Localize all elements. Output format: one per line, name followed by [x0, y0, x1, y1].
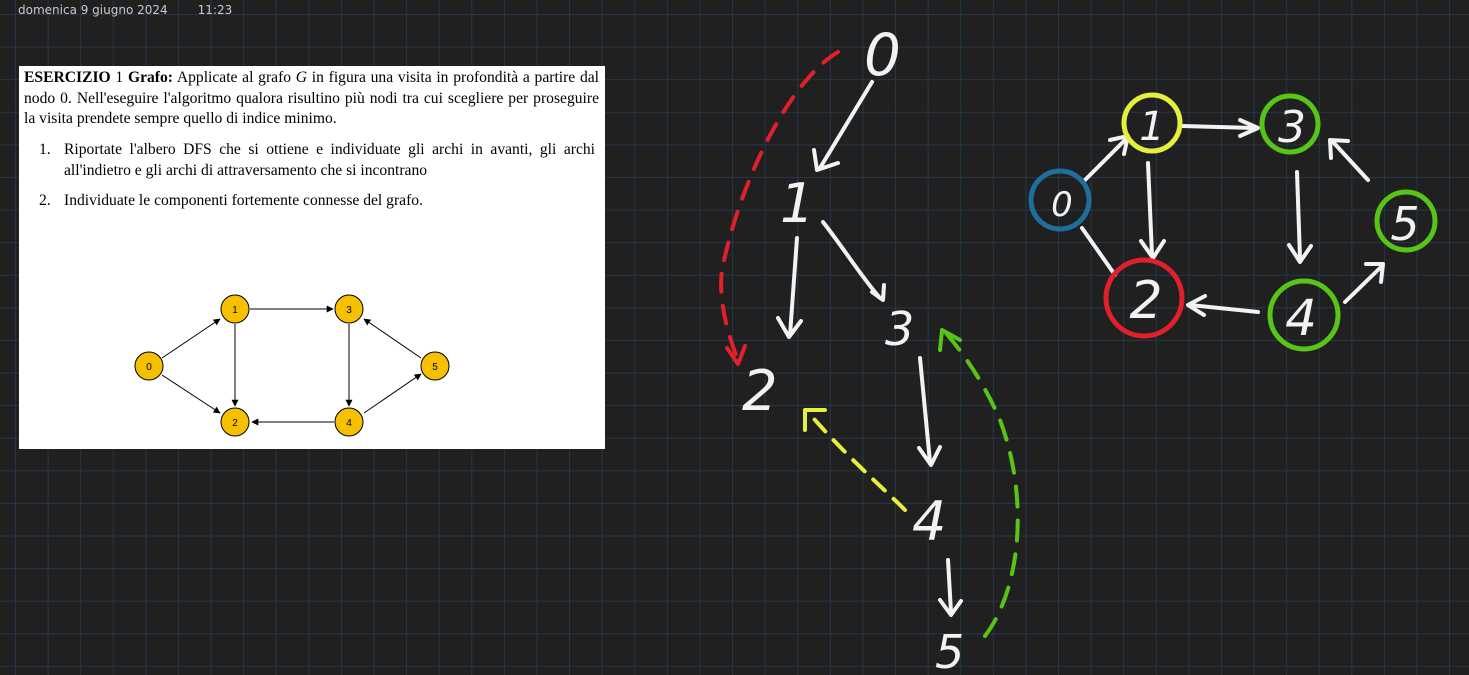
arrow-head [870, 283, 886, 302]
tree-node-0: 0 [864, 21, 901, 89]
edge-0-2 [1080, 226, 1117, 277]
tree-node-3: 3 [885, 302, 914, 356]
redrawn-graph-drawing: 0 1 2 3 4 5 [1028, 92, 1438, 352]
dashed-line [806, 410, 907, 512]
redrawn-node-5-label: 5 [1390, 197, 1419, 251]
dfs-tree-drawing: 0 1 2 3 4 5 [719, 21, 1020, 675]
tree-node-2: 2 [742, 359, 778, 424]
tree-edge-4-5 [946, 558, 953, 614]
edge-1-2 [1146, 161, 1154, 257]
dashed-arc [943, 330, 1020, 638]
handwritten-canvas: 0 1 2 3 4 5 0 1 2 3 4 5 [719, 21, 1438, 675]
edge-0-1 [1083, 138, 1127, 182]
redrawn-node-1-label: 1 [1139, 104, 1164, 150]
tree-node-5: 5 [935, 625, 964, 675]
redrawn-node-3-label: 3 [1278, 102, 1306, 153]
redrawn-node-0-label: 0 [1051, 185, 1073, 225]
yellow-dashed-edge [803, 408, 907, 512]
redrawn-node-2-label: 2 [1129, 271, 1162, 331]
tree-edge-3-4 [918, 356, 932, 464]
edge-3-4 [1295, 170, 1302, 260]
redrawn-edges [1080, 118, 1385, 317]
redrawn-node-4-label: 4 [1285, 289, 1317, 347]
tree-edge-1-2 [788, 236, 799, 337]
edge-1-3 [1180, 124, 1257, 130]
tree-edge-0-1 [818, 80, 874, 170]
tree-node-1: 1 [780, 172, 814, 235]
edge-5-3 [1331, 140, 1370, 182]
tree-edge-1-3 [821, 220, 882, 300]
edge-4-5 [1343, 266, 1382, 304]
tree-node-4: 4 [912, 490, 946, 553]
